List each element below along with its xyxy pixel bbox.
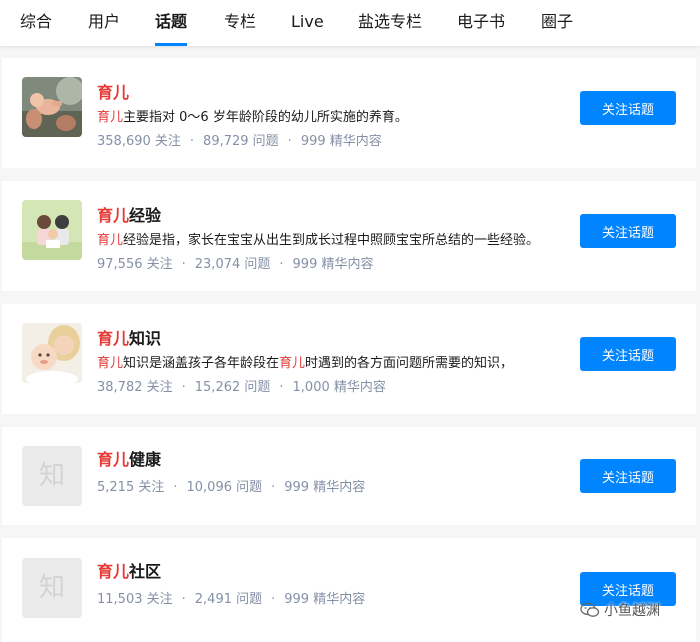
topic-card: 育儿 育儿主要指对 0～6 岁年龄阶段的幼儿所实施的养育。 358,690 关注… <box>2 58 696 168</box>
topic-title[interactable]: 育儿健康 <box>97 446 161 470</box>
follower-count: 97,556 关注 <box>97 257 173 272</box>
featured-count: 999 精华内容 <box>300 134 382 149</box>
topic-title[interactable]: 育儿社区 <box>97 558 161 582</box>
topic-title[interactable]: 育儿 <box>97 79 129 103</box>
follower-count: 11,503 关注 <box>97 592 173 607</box>
follow-topic-button[interactable]: 关注话题 <box>580 214 676 248</box>
topic-stats: 358,690 关注 · 89,729 问题 · 999 精华内容 <box>97 130 382 149</box>
tab-circles[interactable]: 圈子 <box>541 0 573 46</box>
topic-card: 育儿经验 育儿经验是指，家长在宝宝从出生到成长过程中照顾宝宝所总结的一些经验。 … <box>2 181 696 291</box>
follower-count: 38,782 关注 <box>97 380 173 395</box>
topic-stats: 97,556 关注 · 23,074 问题 · 999 精华内容 <box>97 253 373 272</box>
separator-dot: · <box>181 380 186 395</box>
tab-live[interactable]: Live <box>291 0 324 46</box>
topic-avatar-placeholder[interactable]: 知 <box>22 558 82 618</box>
separator-dot: · <box>279 257 284 272</box>
topic-title[interactable]: 育儿知识 <box>97 325 161 349</box>
topic-description: 育儿知识是涵盖孩子各年龄段在育儿时遇到的各方面问题所需要的知识， <box>97 356 514 371</box>
follower-count: 5,215 关注 <box>97 480 165 495</box>
separator-dot: · <box>181 257 186 272</box>
wechat-icon <box>580 602 600 618</box>
topic-stats: 5,215 关注 · 10,096 问题 · 999 精华内容 <box>97 476 365 495</box>
topic-card: 知 育儿社区 11,503 关注 · 2,491 问题 · 999 精华内容 关注话题 <box>2 538 696 642</box>
follow-topic-button[interactable]: 关注话题 <box>580 91 676 125</box>
question-count: 10,096 问题 <box>186 480 263 495</box>
topic-card: 知 育儿健康 5,215 关注 · 10,096 问题 · 999 精华内容 关注话题 <box>2 427 696 525</box>
tab-columns[interactable]: 专栏 <box>224 0 256 46</box>
topic-avatar-mother-baby-photo[interactable] <box>22 323 82 383</box>
featured-count: 999 精华内容 <box>284 592 366 607</box>
featured-count: 999 精华内容 <box>284 480 366 495</box>
separator-dot: · <box>271 592 276 607</box>
tab-topics[interactable]: 话题 <box>155 0 188 46</box>
separator-dot: · <box>181 592 186 607</box>
separator-dot: · <box>279 380 284 395</box>
featured-count: 999 精华内容 <box>292 257 374 272</box>
separator-dot: · <box>271 480 276 495</box>
topic-stats: 11,503 关注 · 2,491 问题 · 999 精华内容 <box>97 588 365 607</box>
topic-stats: 38,782 关注 · 15,262 问题 · 1,000 精华内容 <box>97 376 386 395</box>
separator-dot: · <box>287 134 292 149</box>
question-count: 2,491 问题 <box>194 592 263 607</box>
question-count: 89,729 问题 <box>203 134 279 149</box>
tab-users[interactable]: 用户 <box>88 0 120 46</box>
topic-avatar-baby-photo[interactable] <box>22 77 82 137</box>
topic-description: 育儿经验是指，家长在宝宝从出生到成长过程中照顾宝宝所总结的一些经验。 <box>97 233 540 248</box>
topic-title[interactable]: 育儿经验 <box>97 202 161 226</box>
search-type-tabbar: 综合 用户 话题 专栏 Live 盐选专栏 电子书 圈子 <box>0 0 700 46</box>
watermark-text: 小鱼越渊 <box>604 603 660 619</box>
topic-description: 育儿主要指对 0～6 岁年龄阶段的幼儿所实施的养育。 <box>97 110 408 125</box>
question-count: 23,074 问题 <box>194 257 271 272</box>
tab-general[interactable]: 综合 <box>20 0 52 46</box>
topic-card: 育儿知识 育儿知识是涵盖孩子各年龄段在育儿时遇到的各方面问题所需要的知识， 38… <box>2 304 696 414</box>
separator-dot: · <box>173 480 178 495</box>
follower-count: 358,690 关注 <box>97 134 181 149</box>
separator-dot: · <box>189 134 195 149</box>
tab-salt-columns[interactable]: 盐选专栏 <box>358 0 422 46</box>
follow-topic-button[interactable]: 关注话题 <box>580 337 676 371</box>
topic-avatar-family-illustration[interactable] <box>22 200 82 260</box>
question-count: 15,262 问题 <box>194 380 271 395</box>
tab-ebooks[interactable]: 电子书 <box>457 0 505 46</box>
featured-count: 1,000 精华内容 <box>292 380 386 395</box>
topic-avatar-placeholder[interactable]: 知 <box>22 446 82 506</box>
watermark: 小鱼越渊 <box>580 600 660 624</box>
follow-topic-button[interactable]: 关注话题 <box>580 459 676 493</box>
